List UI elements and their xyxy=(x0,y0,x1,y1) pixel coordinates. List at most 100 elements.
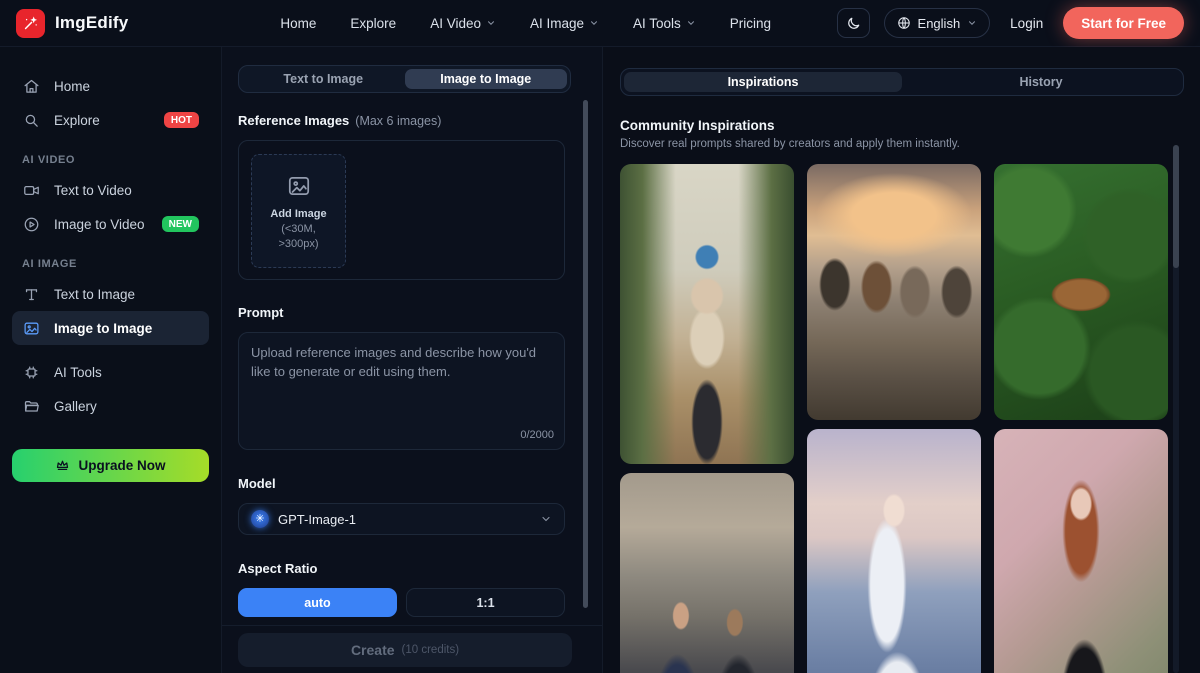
grid-column-1 xyxy=(620,164,794,673)
reference-images-hint: (Max 6 images) xyxy=(355,114,441,128)
upgrade-now-button[interactable]: Upgrade Now xyxy=(12,449,209,482)
sidebar-item-label: Image to Image xyxy=(54,321,152,336)
gallery-tab-bar: Inspirations History xyxy=(620,68,1184,96)
chevron-down-icon xyxy=(486,18,496,28)
video-camera-icon xyxy=(22,181,40,199)
brand: ImgEdify xyxy=(16,9,128,38)
nav-explore[interactable]: Explore xyxy=(350,16,396,31)
login-link[interactable]: Login xyxy=(1004,16,1049,31)
sidebar-item-home[interactable]: Home xyxy=(12,69,209,103)
aspect-option-1-1[interactable]: 1:1 xyxy=(406,588,565,617)
theme-toggle-button[interactable] xyxy=(837,8,870,38)
chevron-down-icon xyxy=(967,18,977,28)
prompt-input[interactable] xyxy=(239,333,564,449)
nav-ai-image[interactable]: AI Image xyxy=(530,16,599,31)
chip-icon xyxy=(22,363,40,381)
generation-panel: Text to Image Image to Image Reference I… xyxy=(222,47,603,673)
magic-wand-icon xyxy=(22,15,39,32)
image-icon xyxy=(22,319,40,337)
reference-images-label: Reference Images xyxy=(238,113,349,128)
inspirations-grid xyxy=(620,164,1187,673)
aspect-option-auto[interactable]: auto xyxy=(238,588,397,617)
nav-ai-video[interactable]: AI Video xyxy=(430,16,496,31)
tab-inspirations[interactable]: Inspirations xyxy=(624,72,902,92)
sidebar-item-image-to-image[interactable]: Image to Image xyxy=(12,311,209,345)
globe-icon xyxy=(897,16,911,30)
reference-images-header: Reference Images (Max 6 images) xyxy=(238,113,564,128)
inspiration-card-white-dress-woman[interactable] xyxy=(807,429,981,673)
sidebar-item-label: Gallery xyxy=(54,399,97,414)
inspiration-card-moth-leaves[interactable] xyxy=(994,164,1168,420)
language-label: English xyxy=(918,16,961,31)
aspect-ratio-header: Aspect Ratio xyxy=(238,561,564,576)
sidebar-item-gallery[interactable]: Gallery xyxy=(12,389,209,423)
inspirations-panel: Inspirations History Community Inspirati… xyxy=(603,47,1200,673)
image-placeholder-icon xyxy=(286,173,312,199)
sidebar-item-image-to-video[interactable]: Image to Video NEW xyxy=(12,207,209,241)
create-credits: (10 credits) xyxy=(402,644,460,656)
add-image-min-size: >300px) xyxy=(278,238,318,250)
composer-scrollbar[interactable] xyxy=(583,100,588,608)
nav-pricing[interactable]: Pricing xyxy=(730,16,771,31)
inspiration-card-rushmore-dogs[interactable] xyxy=(807,164,981,420)
start-free-button[interactable]: Start for Free xyxy=(1063,7,1184,39)
prompt-container: 0/2000 xyxy=(238,332,565,450)
grid-column-3 xyxy=(994,164,1168,673)
tab-text-to-image[interactable]: Text to Image xyxy=(242,69,405,89)
add-image-label: Add Image xyxy=(270,208,326,220)
sidebar-item-label: AI Tools xyxy=(54,365,102,380)
chevron-down-icon xyxy=(589,18,599,28)
new-badge: NEW xyxy=(162,216,199,232)
char-counter: 0/2000 xyxy=(520,429,554,441)
openai-logo-icon xyxy=(251,510,269,528)
model-label: Model xyxy=(238,476,276,491)
brand-name: ImgEdify xyxy=(55,13,128,33)
sidebar-item-label: Home xyxy=(54,79,90,94)
sidebar-item-label: Explore xyxy=(54,113,100,128)
inspiration-card-handshake[interactable] xyxy=(620,473,794,673)
reference-images-container: Add Image (<30M, >300px) xyxy=(238,140,565,280)
home-icon xyxy=(22,77,40,95)
app-root: ImgEdify Home Explore AI Video AI Image … xyxy=(0,0,1200,673)
sidebar-item-label: Text to Image xyxy=(54,287,135,302)
tab-history[interactable]: History xyxy=(902,72,1180,92)
community-inspirations-subtitle: Discover real prompts shared by creators… xyxy=(620,138,1187,150)
prompt-header: Prompt xyxy=(238,305,564,320)
create-button[interactable]: Create (10 credits) xyxy=(238,633,572,667)
gallery-scrollbar-thumb[interactable] xyxy=(1173,145,1179,268)
create-label: Create xyxy=(351,642,395,658)
brand-logo[interactable] xyxy=(16,9,45,38)
community-inspirations-title: Community Inspirations xyxy=(620,118,1187,133)
model-value: GPT-Image-1 xyxy=(278,512,356,527)
inspiration-card-family-eiffel[interactable] xyxy=(620,164,794,464)
inspiration-card-corset-woman[interactable] xyxy=(994,429,1168,673)
sidebar: Home Explore HOT AI VIDEO Text to Video … xyxy=(0,47,222,673)
tab-image-to-image[interactable]: Image to Image xyxy=(405,69,568,89)
sidebar-section-ai-image: AI IMAGE xyxy=(22,258,199,270)
sidebar-item-explore[interactable]: Explore HOT xyxy=(12,103,209,137)
sidebar-item-text-to-image[interactable]: Text to Image xyxy=(12,277,209,311)
sidebar-item-label: Image to Video xyxy=(54,217,145,232)
aspect-ratio-label: Aspect Ratio xyxy=(238,561,317,576)
model-header: Model xyxy=(238,476,564,491)
sidebar-spacer xyxy=(12,345,209,355)
chevron-down-icon xyxy=(686,18,696,28)
grid-column-2 xyxy=(807,164,981,673)
prompt-label: Prompt xyxy=(238,305,284,320)
chevron-down-icon xyxy=(540,513,552,525)
sidebar-item-text-to-video[interactable]: Text to Video xyxy=(12,173,209,207)
language-selector[interactable]: English xyxy=(884,8,991,38)
sidebar-item-ai-tools[interactable]: AI Tools xyxy=(12,355,209,389)
add-image-button[interactable]: Add Image (<30M, >300px) xyxy=(251,154,346,268)
folder-icon xyxy=(22,397,40,415)
upgrade-label: Upgrade Now xyxy=(78,458,165,473)
nav-ai-tools[interactable]: AI Tools xyxy=(633,16,696,31)
top-navbar: ImgEdify Home Explore AI Video AI Image … xyxy=(0,0,1200,47)
nav-home[interactable]: Home xyxy=(280,16,316,31)
main-area: Home Explore HOT AI VIDEO Text to Video … xyxy=(0,47,1200,673)
sidebar-item-label: Text to Video xyxy=(54,183,132,198)
model-selector[interactable]: GPT-Image-1 xyxy=(238,503,565,535)
sidebar-section-ai-video: AI VIDEO xyxy=(22,154,199,166)
navbar-right: English Login Start for Free xyxy=(837,7,1184,39)
create-bar: Create (10 credits) xyxy=(222,625,602,673)
